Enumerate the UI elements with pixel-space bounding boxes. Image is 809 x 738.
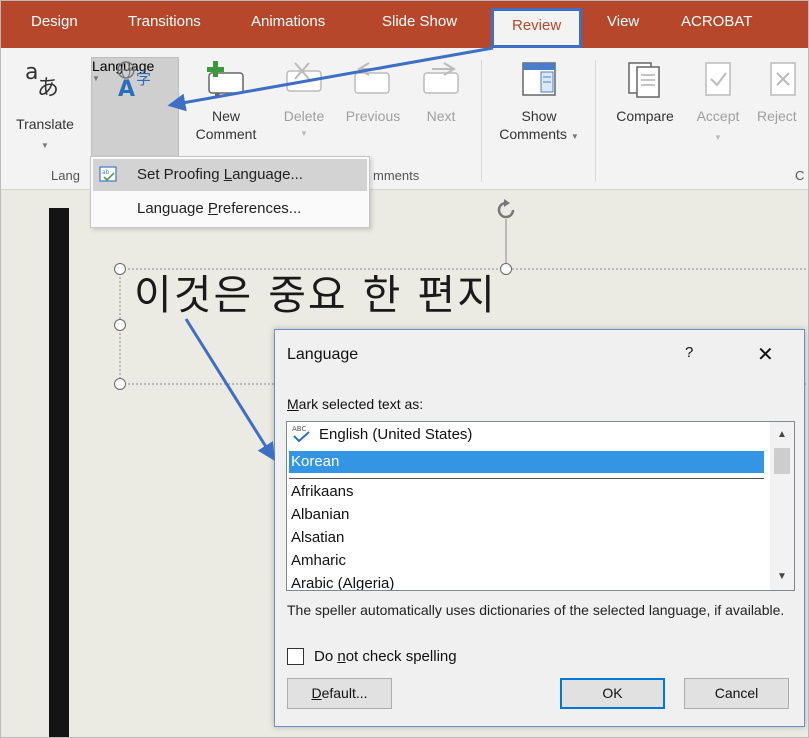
help-button[interactable]: ?: [685, 344, 693, 361]
menu-item-language-preferences[interactable]: Language Preferences...: [93, 193, 367, 225]
resize-handle[interactable]: [114, 319, 126, 331]
listbox-scrollbar[interactable]: ▲ ▼: [770, 422, 794, 590]
resize-handle[interactable]: [114, 378, 126, 390]
ok-button[interactable]: OK: [560, 678, 665, 709]
resize-handle[interactable]: [500, 263, 512, 275]
resize-handle[interactable]: [114, 263, 126, 275]
close-icon[interactable]: ✕: [757, 342, 774, 367]
no-check-spelling-checkbox[interactable]: [287, 648, 304, 665]
list-separator: [289, 478, 764, 479]
scroll-thumb[interactable]: [774, 448, 790, 474]
language-listbox[interactable]: ABC English (United States) Korean Afrik…: [286, 421, 795, 591]
no-check-spelling-label[interactable]: Do not check spelling: [314, 648, 457, 665]
list-item[interactable]: Albanian: [289, 504, 764, 526]
proofing-icon: ab: [99, 166, 117, 182]
list-item[interactable]: Arabic (Algeria): [289, 573, 764, 590]
spellcheck-icon: ABC: [292, 425, 310, 443]
set-proofing-label: Set Proofing Language...: [137, 166, 303, 183]
speller-info-text: The speller automatically uses dictionar…: [287, 602, 785, 618]
menu-item-set-proofing-language[interactable]: ab Set Proofing Language...: [93, 159, 367, 191]
svg-text:ab: ab: [102, 169, 110, 176]
rotate-handle-icon[interactable]: [493, 197, 519, 223]
list-item[interactable]: ABC English (United States): [289, 424, 764, 446]
list-item[interactable]: Amharic: [289, 550, 764, 572]
scroll-down-icon[interactable]: ▼: [770, 568, 794, 586]
default-button[interactable]: Default...: [287, 678, 392, 709]
scroll-up-icon[interactable]: ▲: [770, 426, 794, 444]
language-dialog: Language ? ✕ Mark selected text as: ABC …: [274, 329, 805, 727]
list-item[interactable]: Afrikaans: [289, 481, 764, 503]
slide-title-text[interactable]: 이것은 중요 한 편지: [134, 261, 497, 321]
language-dropdown-menu: ab Set Proofing Language... Language Pre…: [90, 156, 370, 228]
svg-text:ABC: ABC: [292, 425, 306, 433]
list-item[interactable]: Alsatian: [289, 527, 764, 549]
mark-selected-label: Mark selected text as:: [287, 396, 424, 412]
app-window: Design Transitions Animations Slide Show…: [0, 0, 809, 738]
dialog-title: Language: [287, 346, 359, 363]
language-preferences-label: Language Preferences...: [137, 200, 302, 217]
list-item-selected[interactable]: Korean: [289, 451, 764, 473]
cancel-button[interactable]: Cancel: [684, 678, 789, 709]
